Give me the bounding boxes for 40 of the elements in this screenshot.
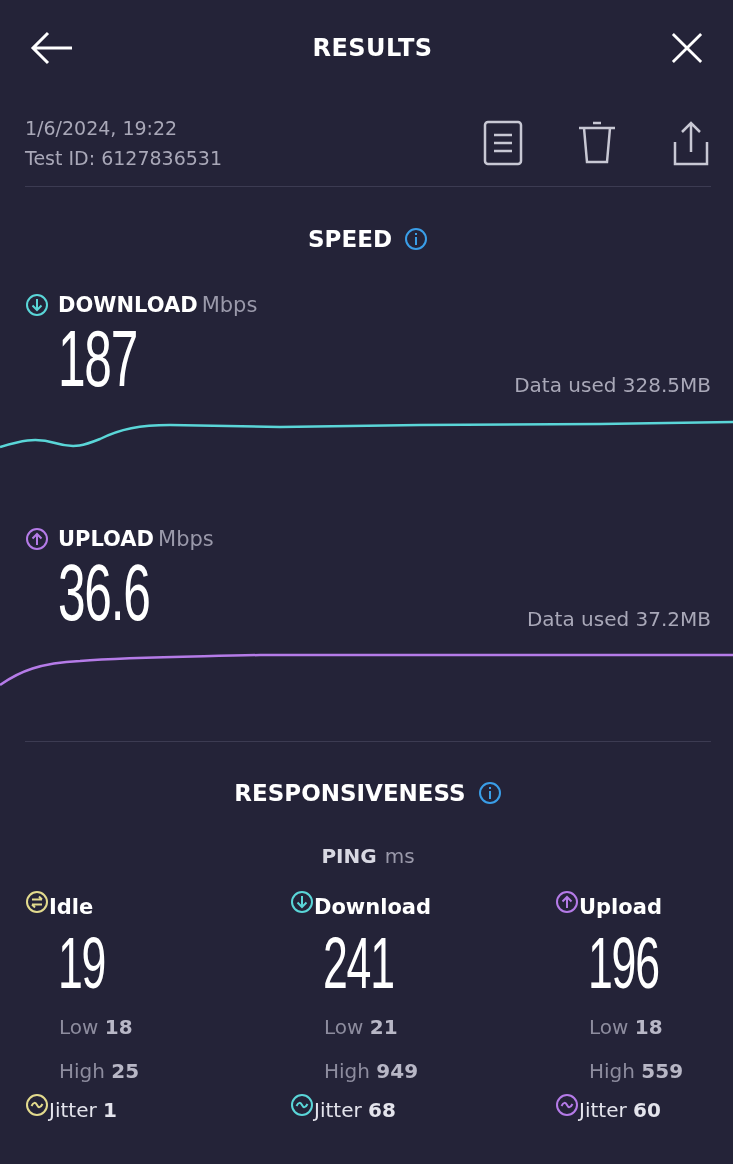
ping-low: Low 18 — [589, 1014, 663, 1041]
share-icon[interactable] — [671, 120, 711, 166]
ping-high: High 25 — [59, 1058, 140, 1085]
section-title: RESPONSIVENESS — [234, 780, 466, 806]
jitter: Jitter 68 — [314, 1098, 396, 1122]
metric-label: DOWNLOAD — [58, 293, 198, 317]
metric-unit: Mbps — [158, 527, 214, 551]
metric-value: 187 — [58, 319, 138, 399]
ping-label: PING — [321, 844, 377, 868]
ping-high: High 559 — [589, 1058, 684, 1085]
test-date: 1/6/2024, 19:22 — [25, 116, 179, 141]
jitter: Jitter 60 — [579, 1098, 661, 1122]
wave-icon — [290, 1093, 314, 1117]
jitter: Jitter 1 — [49, 1098, 117, 1122]
info-icon[interactable] — [403, 227, 428, 251]
close-icon[interactable] — [671, 32, 703, 64]
data-used: Data used 328.5MB — [514, 373, 711, 397]
ping-low: Low 21 — [324, 1014, 398, 1041]
ping-unit: ms — [384, 844, 415, 868]
back-icon[interactable] — [30, 31, 74, 65]
ping-type: Upload — [579, 895, 662, 919]
info-icon[interactable] — [477, 781, 502, 805]
data-used: Data used 37.2MB — [526, 607, 711, 631]
test-id: Test ID: 6127836531 — [25, 146, 222, 171]
ping-value: 196 — [588, 925, 659, 1005]
metric-unit: Mbps — [201, 293, 258, 317]
section-title: SPEED — [308, 226, 392, 252]
ping-type: Download — [314, 895, 432, 919]
page-title: RESULTS — [312, 34, 433, 62]
ping-value: 241 — [323, 925, 394, 1005]
wave-icon — [25, 1093, 49, 1117]
document-icon[interactable] — [483, 120, 523, 166]
ping-low: Low 18 — [59, 1014, 133, 1041]
ping-value: 19 — [58, 925, 106, 1005]
trash-icon[interactable] — [577, 120, 617, 166]
wave-icon — [555, 1093, 579, 1117]
ping-high: High 949 — [324, 1058, 419, 1085]
metric-label: UPLOAD — [58, 527, 155, 551]
ping-type: Idle — [49, 895, 94, 919]
metric-value: 36.6 — [58, 553, 150, 633]
